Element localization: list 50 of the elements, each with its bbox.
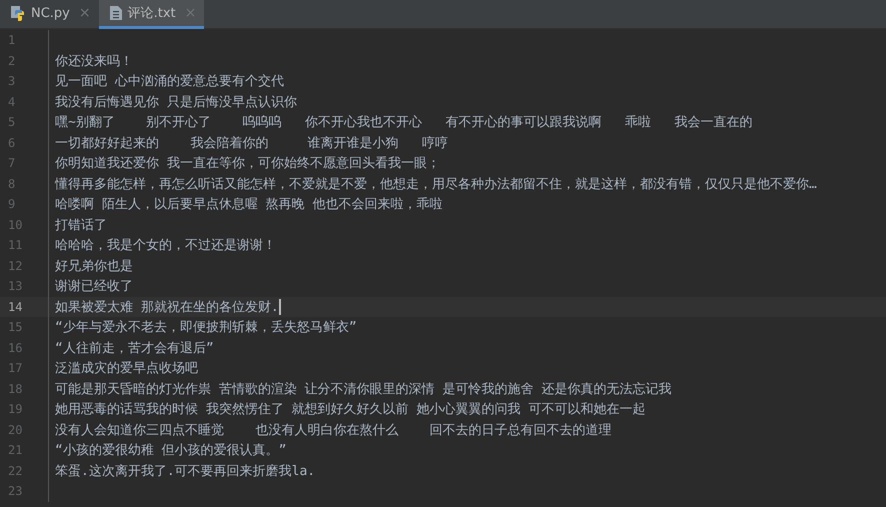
text-line: 你还没来吗！ [55,52,133,70]
line-number: 6 [7,136,16,150]
line-number: 14 [7,300,24,314]
line-number: 18 [7,382,24,396]
text-line: 泛滥成灾的爱早点收场吧 [55,360,198,378]
line-number: 5 [7,115,16,130]
text-line: 如果被爱太难 那就祝在坐的各位发财. [55,298,279,316]
editor-tab[interactable]: NC.py × [0,0,99,29]
text-line: 见一面吧 心中汹涌的爱意总要有个交代 [55,73,284,90]
text-line: 可能是那天昏暗的灯光作祟 苦情歌的渲染 让分不清你眼里的深情 是可怜我的施舍 还是你真的无法忘记我 [55,380,672,398]
line-number: 22 [7,464,24,478]
text-line: 她用恶毒的话骂我的时候 我突然愣住了 就想到好久好久以前 她小心翼翼的问我 可不可以和她在一起 [55,401,646,418]
editor-tab[interactable]: 评论.txt × [98,0,204,29]
line-number: 15 [7,320,24,334]
line-number: 7 [7,156,16,170]
text-cursor [278,298,281,315]
text-line: 哈喽啊 陌生人，以后要早点休息喔 熬再晚 他也不会回来啦，乖啦 [55,196,442,214]
python-file-icon [10,5,26,21]
line-number: 1 [7,33,16,48]
line-number: 4 [7,94,16,109]
text-line: 笨蛋.这次离开我了.可不要再回来折磨我la. [55,462,316,480]
line-number: 23 [7,484,24,498]
text-line: 好兄弟你也是 [55,258,133,275]
text-line: 懂得再多能怎样，再怎么听话又能怎样，不爱就是不爱，他想走，用尽各种办法都留不住，就是这样，都没有错，仅仅只是他不爱你… [55,176,817,193]
line-number: 13 [7,279,24,294]
text-line: 嘿~别翻了 别不开心了 呜呜呜 你不开心我也不开心 有不开心的事可以跟我说啊 乖啦 我会一直在的 [55,114,752,132]
text-line: “少年与爱永不老去，即便披荆斩棘，丢失怒马鲜衣” [55,319,357,336]
line-number: 3 [7,74,16,88]
text-line: 打错话了 [55,216,107,234]
text-line: 谢谢已经收了 [55,278,133,296]
close-icon[interactable]: × [78,5,91,21]
line-number: 20 [7,422,24,437]
line-number: 8 [7,176,16,191]
line-number: 17 [7,361,24,376]
line-number: 10 [7,218,24,232]
line-number: 11 [7,238,24,252]
line-number: 19 [7,402,24,416]
document-icon [108,5,123,21]
text-line: 一切都好好起来的 我会陪着你的 谁离开谁是小狗 哼哼 [55,134,448,152]
text-line: 哈哈哈，我是个女的，不过还是谢谢！ [55,237,276,254]
line-number: 21 [7,443,24,458]
text-line: 你明知道我还爱你 我一直在等你，可你始终不愿意回头看我一眼； [55,155,440,172]
text-line: 我没有后悔遇见你 只是后悔没早点认识你 [55,94,297,111]
line-number: 2 [7,54,16,68]
line-number: 9 [7,197,16,212]
text-line: “小孩的爱很幼稚 但小孩的爱很认真。” [55,442,286,460]
line-number: 12 [7,258,24,273]
text-line: “人往前走，苦才会有退后” [55,340,214,357]
line-number: 16 [7,340,24,355]
text-line: 没有人会知道你三四点不睡觉 也没有人明白你在熬什么 回不去的日子总有回不去的道理 [55,422,612,439]
